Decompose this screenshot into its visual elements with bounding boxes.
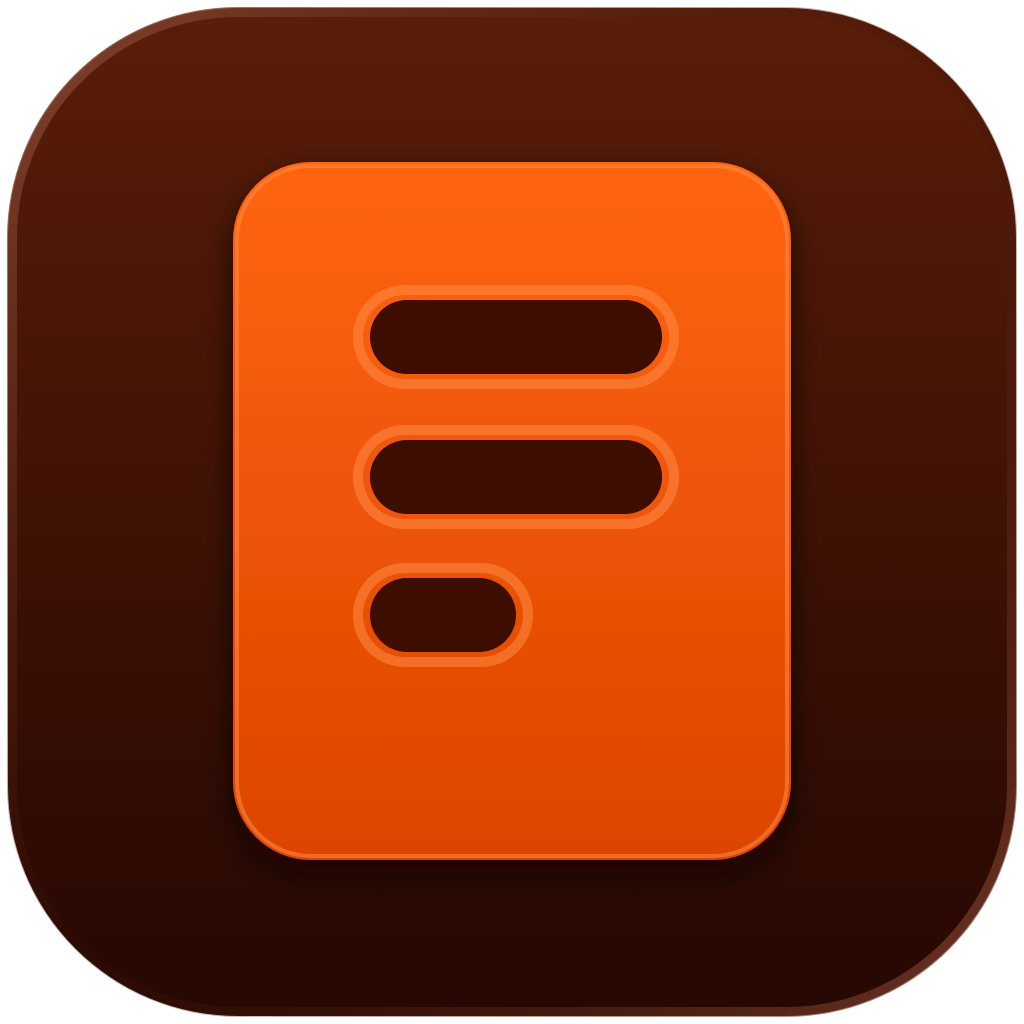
document-line-3 xyxy=(370,578,516,652)
document-line-1 xyxy=(370,300,662,374)
document-line-2 xyxy=(370,440,662,514)
app-icon xyxy=(7,7,1017,1017)
